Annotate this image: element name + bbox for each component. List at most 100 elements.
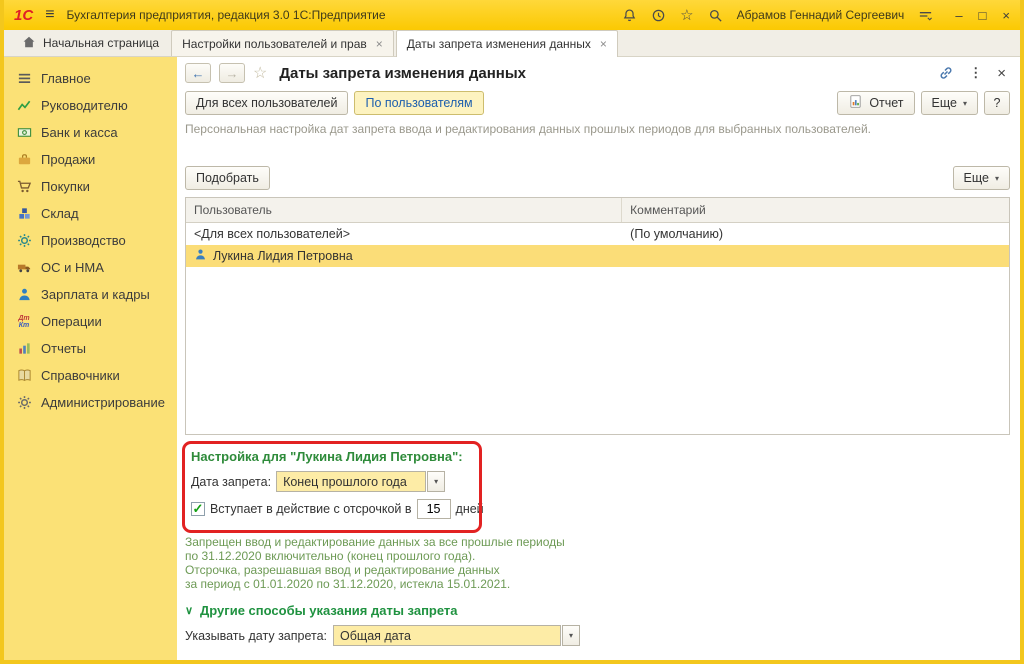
person-icon (16, 287, 32, 302)
users-table: Пользователь Комментарий <Для всех польз… (185, 197, 1010, 435)
user-icon (194, 248, 207, 264)
history-icon[interactable] (651, 8, 666, 23)
by-users-toggle[interactable]: По пользователям (354, 91, 483, 115)
production-gear-icon (16, 233, 32, 248)
chevron-expanded-icon: ∨ (185, 604, 193, 617)
forward-button[interactable]: → (219, 63, 245, 83)
1c-logo: 1С (14, 7, 33, 24)
form-deny-dates: ← → ☆ Даты запрета изменения данных ⋮ × … (177, 57, 1020, 660)
sidebar-item-administration[interactable]: Администрирование (4, 389, 177, 416)
sidebar-item-label: Главное (41, 71, 91, 86)
main-menu-icon[interactable]: ≡ (45, 6, 54, 24)
delay-row: ✓ Вступает в действие с отсрочкой в дней (191, 499, 1010, 519)
report-button[interactable]: Отчет (837, 91, 914, 115)
purchases-cart-icon (16, 179, 32, 194)
minimize-button[interactable]: – (955, 9, 962, 22)
form-description: Персональная настройка дат запрета ввода… (185, 122, 1010, 136)
other-ways-section-header[interactable]: ∨ Другие способы указания даты запрета (185, 603, 1010, 618)
table-row-lukina[interactable]: Лукина Лидия Петровна (186, 245, 1009, 267)
get-link-icon[interactable] (938, 65, 954, 81)
search-icon[interactable] (708, 8, 723, 23)
report-label: Отчет (869, 96, 903, 110)
deny-date-row: Дата запрета: Конец прошлого года ▾ (191, 471, 1010, 492)
tab-user-settings[interactable]: Настройки пользователей и прав × (171, 30, 394, 56)
book-icon (16, 368, 32, 383)
deny-date-label: Дата запрета: (191, 475, 271, 489)
info-line: Запрещен ввод и редактирование данных за… (185, 535, 1010, 549)
favorites-star-icon[interactable]: ☆ (680, 6, 693, 24)
all-users-toggle[interactable]: Для всех пользователей (185, 91, 348, 115)
tab-close-icon[interactable]: × (376, 37, 383, 51)
report-chart-icon (848, 94, 863, 112)
sidebar-item-label: Покупки (41, 179, 90, 194)
notifications-bell-icon[interactable] (622, 8, 637, 23)
tab-label: Настройки пользователей и прав (182, 37, 367, 51)
favorite-star-icon[interactable]: ☆ (253, 63, 267, 83)
indicate-date-row: Указывать дату запрета: Общая дата ▾ (185, 625, 1010, 652)
sidebar-item-reports[interactable]: Отчеты (4, 335, 177, 362)
tab-bar: Начальная страница Настройки пользовател… (4, 30, 1020, 57)
sidebar-item-manager[interactable]: Руководителю (4, 92, 177, 119)
tab-close-icon[interactable]: × (600, 37, 607, 51)
indicate-date-dropdown-button[interactable]: ▾ (562, 625, 580, 646)
tab-deny-dates[interactable]: Даты запрета изменения данных × (396, 30, 618, 57)
table-row-all-users[interactable]: <Для всех пользователей> (По умолчанию) (186, 223, 1009, 245)
deny-date-field[interactable]: Конец прошлого года (276, 471, 426, 492)
sidebar-item-main[interactable]: Главное (4, 65, 177, 92)
delay-checkbox[interactable]: ✓ (191, 502, 205, 516)
service-menu-icon[interactable] (918, 8, 933, 23)
column-comment[interactable]: Комментарий (622, 198, 1009, 222)
form-header-actions: ⋮ × (938, 65, 1010, 82)
form-header: ← → ☆ Даты запрета изменения данных ⋮ × (185, 63, 1010, 83)
close-form-icon[interactable]: × (997, 65, 1006, 82)
sidebar-item-purchases[interactable]: Покупки (4, 173, 177, 200)
chevron-down-icon: ▾ (995, 174, 999, 183)
current-user[interactable]: Абрамов Геннадий Сергеевич (737, 8, 905, 22)
check-icon: ✓ (193, 502, 204, 515)
list-more-button[interactable]: Еще ▾ (953, 166, 1010, 190)
debit-credit-icon: ДтКт (16, 315, 32, 329)
titlebar-actions: ☆ Абрамов Геннадий Сергеевич – □ × (622, 6, 1010, 24)
help-button[interactable]: ? (984, 91, 1010, 115)
tab-home-label: Начальная страница (43, 36, 159, 50)
gear-icon (16, 395, 32, 410)
bank-cash-icon (16, 125, 32, 140)
truck-icon (16, 260, 32, 275)
sidebar-item-production[interactable]: Производство (4, 227, 177, 254)
settings-header: Настройка для "Лукина Лидия Петровна": (191, 449, 1010, 464)
sidebar-item-label: ОС и НМА (41, 260, 104, 275)
sidebar-item-bank-cash[interactable]: Банк и касса (4, 119, 177, 146)
sidebar-item-fixed-assets[interactable]: ОС и НМА (4, 254, 177, 281)
close-window-button[interactable]: × (1002, 9, 1010, 22)
sidebar-item-label: Администрирование (41, 395, 165, 410)
sidebar-item-label: Банк и касса (41, 125, 118, 140)
sales-icon (16, 152, 32, 167)
sidebar-item-catalogs[interactable]: Справочники (4, 362, 177, 389)
sidebar-item-operations[interactable]: ДтКт Операции (4, 308, 177, 335)
app-window: 1С ≡ Бухгалтерия предприятия, редакция 3… (0, 0, 1024, 664)
sidebar-item-label: Справочники (41, 368, 120, 383)
more-menu-icon[interactable]: ⋮ (969, 65, 982, 81)
list-toolbar: Подобрать Еще ▾ (185, 166, 1010, 190)
sidebar-item-label: Отчеты (41, 341, 86, 356)
other-ways-label: Другие способы указания даты запрета (200, 603, 458, 618)
deny-date-dropdown-button[interactable]: ▾ (427, 471, 445, 492)
maximize-button[interactable]: □ (979, 9, 987, 22)
sidebar-item-label: Зарплата и кадры (41, 287, 150, 302)
cell-user: <Для всех пользователей> (194, 227, 350, 241)
sidebar-item-sales[interactable]: Продажи (4, 146, 177, 173)
indicate-date-field[interactable]: Общая дата (333, 625, 561, 646)
indicate-date-label: Указывать дату запрета: (185, 629, 327, 643)
delay-days-input[interactable] (417, 499, 451, 519)
info-line: по 31.12.2020 включительно (конец прошло… (185, 549, 1010, 563)
sidebar-item-payroll-hr[interactable]: Зарплата и кадры (4, 281, 177, 308)
column-user[interactable]: Пользователь (186, 198, 622, 222)
pick-button[interactable]: Подобрать (185, 166, 270, 190)
tab-home[interactable]: Начальная страница (10, 30, 171, 56)
sidebar-item-warehouse[interactable]: Склад (4, 200, 177, 227)
table-header: Пользователь Комментарий (186, 198, 1009, 223)
more-button[interactable]: Еще ▾ (921, 91, 978, 115)
back-button[interactable]: ← (185, 63, 211, 83)
more-label: Еще (932, 96, 957, 110)
warehouse-boxes-icon (16, 206, 32, 221)
